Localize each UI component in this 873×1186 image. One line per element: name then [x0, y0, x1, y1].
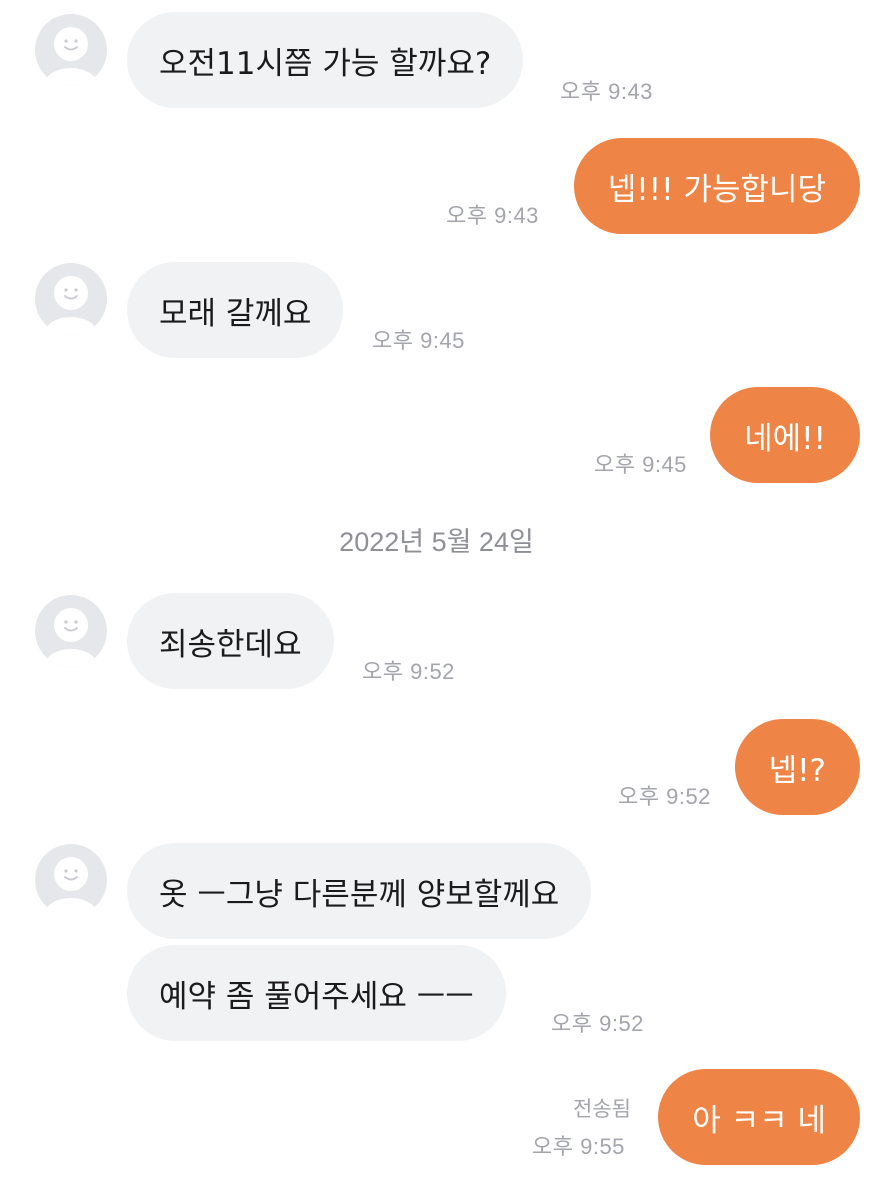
smiley-person-icon	[45, 276, 97, 335]
incoming-message-bubble[interactable]: 모래 갈께요	[127, 262, 344, 358]
avatar[interactable]	[35, 263, 107, 335]
message-timestamp: 오후 9:52	[551, 1011, 644, 1036]
outgoing-message-bubble[interactable]: 넵!!! 가능합니당	[573, 138, 860, 234]
message-timestamp: 오후 9:43	[560, 79, 653, 104]
delivery-status: 전송됨	[573, 1097, 631, 1121]
incoming-message-bubble[interactable]: 오전11시쯤 가능 할까요?	[127, 12, 524, 108]
incoming-message-bubble[interactable]: 예약 좀 풀어주세요 ㅡㅡ	[127, 945, 506, 1041]
outgoing-message-bubble[interactable]: 네에!!	[710, 387, 860, 483]
avatar[interactable]	[35, 595, 107, 667]
message-timestamp: 오후 9:43	[446, 203, 539, 228]
date-divider: 2022년 5월 24일	[339, 527, 534, 557]
avatar[interactable]	[35, 14, 107, 86]
smiley-person-icon	[45, 27, 97, 86]
outgoing-message-bubble[interactable]: 아 ㅋㅋ 네	[658, 1069, 860, 1165]
smiley-person-icon	[45, 608, 97, 667]
message-timestamp: 오후 9:45	[594, 452, 687, 477]
incoming-message-bubble[interactable]: 옷 ㅡ그냥 다른분께 양보할께요	[127, 843, 592, 939]
incoming-message-bubble[interactable]: 죄송한데요	[127, 593, 334, 689]
avatar[interactable]	[35, 844, 107, 916]
message-timestamp: 오후 9:45	[372, 328, 465, 353]
smiley-person-icon	[45, 857, 97, 916]
message-timestamp: 오후 9:52	[362, 659, 455, 684]
message-timestamp: 오후 9:52	[618, 784, 711, 809]
message-timestamp: 오후 9:55	[532, 1134, 625, 1159]
outgoing-message-bubble[interactable]: 넵!?	[734, 719, 860, 815]
